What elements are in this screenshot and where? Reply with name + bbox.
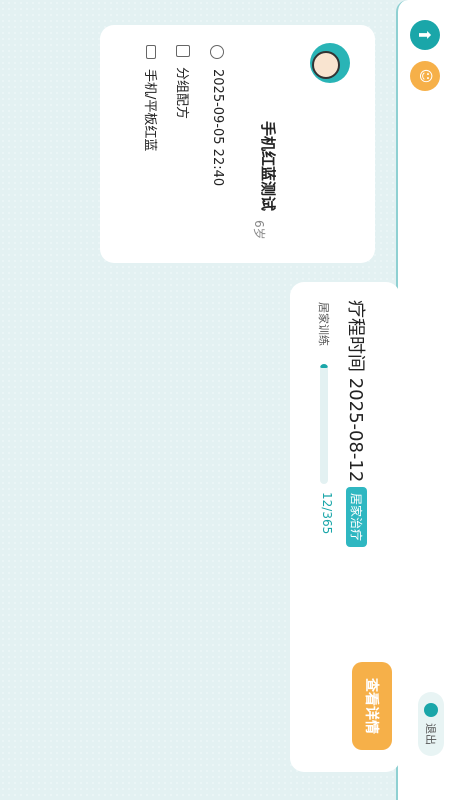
course-title: 疗程时间 2025-08-12 [345, 300, 366, 483]
view-details-button[interactable]: 查看详情 [352, 662, 392, 750]
avatar [310, 43, 350, 83]
training-label: 居家训练 [317, 302, 330, 346]
face-icon: ☺ [417, 68, 433, 84]
exit-icon [424, 703, 438, 717]
datetime-text: 2025-09-05 22:40 [210, 69, 225, 187]
course-card: 疗程时间 2025-08-12 居家治疗 居家训练 12/365 查看详情 [290, 282, 400, 772]
clock-icon [210, 45, 225, 59]
profile-age: 6岁 [252, 220, 266, 240]
app-stage: ⬆ ☺ 退出 手机红蓝测试 6岁 2025-09-05 22:40 分组配方 手… [0, 0, 450, 800]
device-text: 手机/平板红蓝 [142, 69, 157, 152]
config-text: 分组配方 [174, 67, 189, 120]
face-button[interactable]: ☺ [410, 61, 440, 91]
datetime-row: 2025-09-05 22:40 [210, 45, 225, 186]
upload-icon: ⬆ [415, 28, 435, 42]
side-rail: ⬆ ☺ 退出 [396, 0, 450, 800]
profile-card: 手机红蓝测试 6岁 2025-09-05 22:40 分组配方 手机/平板红蓝 [100, 25, 375, 263]
config-row: 分组配方 [174, 45, 193, 119]
progress-fill [320, 364, 328, 368]
avatar-face-icon [312, 51, 340, 79]
device-icon [146, 45, 157, 59]
progress-bar [320, 364, 328, 484]
upload-button[interactable]: ⬆ [410, 20, 440, 50]
profile-name: 手机红蓝测试 [259, 121, 277, 212]
exit-label: 退出 [424, 723, 437, 745]
exit-button[interactable]: 退出 [418, 692, 444, 756]
device-row: 手机/平板红蓝 [142, 45, 161, 151]
progress-count: 12/365 [320, 492, 334, 535]
status-badge: 居家治疗 [346, 487, 367, 548]
document-icon [176, 45, 191, 57]
